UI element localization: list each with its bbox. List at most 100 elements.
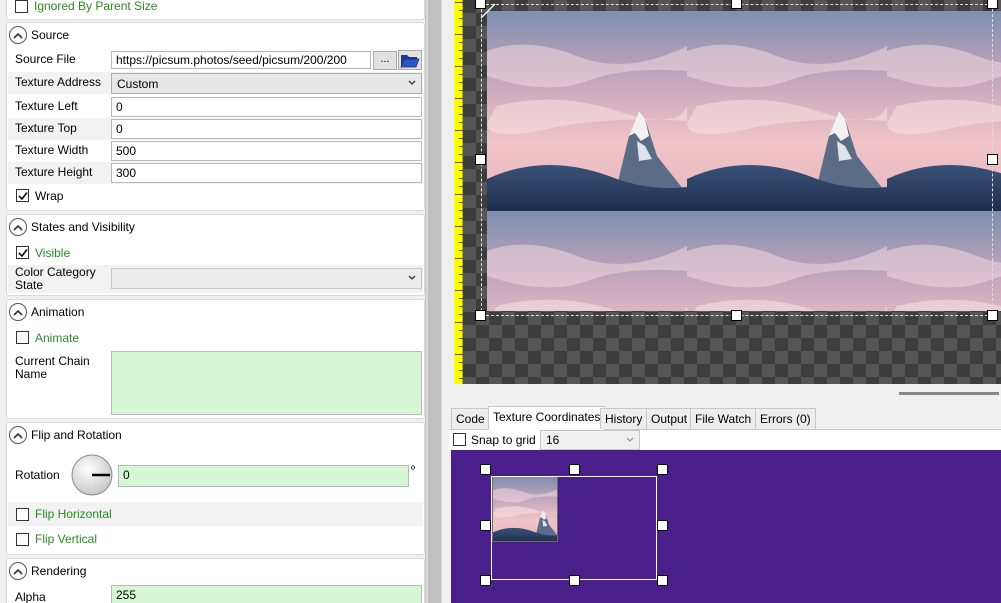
texture-address-select[interactable]: Custom [111, 73, 422, 94]
texture-address-row: Texture Address Custom [8, 72, 423, 94]
uv-handle-bottom-middle[interactable] [569, 575, 580, 586]
texture-coords-toolbar: Snap to grid 16 [449, 430, 1001, 450]
section-source-header[interactable]: Source [9, 25, 69, 45]
section-states: States and Visibility Visible Color Cate… [6, 214, 425, 296]
section-states-header[interactable]: States and Visibility [9, 217, 135, 237]
texture-height-label: Texture Height [15, 165, 93, 179]
uv-selection-rect[interactable] [491, 476, 657, 580]
uv-handle-bottom-right[interactable] [657, 575, 668, 586]
checkmark-icon [18, 191, 28, 201]
alpha-label: Alpha [15, 590, 46, 603]
section-rendering-header[interactable]: Rendering [9, 561, 86, 581]
texture-top-row: Texture Top 0 [8, 118, 423, 140]
preview-horizontal-scrollbar[interactable] [449, 384, 1001, 404]
tab-history[interactable]: History [600, 408, 648, 429]
color-category-label-line1: Color Category [15, 265, 96, 279]
collapse-up-icon[interactable] [9, 562, 27, 580]
resize-handle-middle-left[interactable] [475, 154, 486, 165]
preview-area [449, 0, 1001, 404]
grid-size-value: 16 [546, 433, 560, 447]
flip-vertical-row: Flip Vertical [8, 527, 423, 551]
color-category-label-line2: State [15, 278, 44, 292]
section-flip-title: Flip and Rotation [31, 428, 122, 442]
open-folder-button[interactable] [398, 50, 422, 70]
resize-handle-bottom-middle[interactable] [731, 310, 742, 321]
tab-file-watch[interactable]: File Watch [690, 408, 757, 429]
color-category-select[interactable] [111, 268, 422, 289]
alpha-field[interactable]: 255 [111, 585, 422, 603]
texture-address-label: Texture Address [15, 75, 102, 89]
flip-vertical-label: Flip Vertical [35, 532, 98, 546]
wrap-row: Wrap [8, 185, 423, 207]
uv-handle-top-left[interactable] [480, 464, 491, 475]
vertical-ruler[interactable] [454, 0, 463, 384]
resize-handle-top-middle[interactable] [731, 0, 742, 9]
resize-handle-top-left[interactable] [475, 0, 486, 9]
wrap-checkbox[interactable] [16, 189, 29, 202]
animate-row: Animate [8, 327, 423, 349]
section-animation-header[interactable]: Animation [9, 302, 84, 322]
current-chain-field[interactable] [111, 351, 422, 415]
uv-handle-bottom-left[interactable] [480, 575, 491, 586]
flip-vertical-checkbox[interactable] [16, 533, 29, 546]
current-chain-label: Current Chain Name [15, 355, 90, 381]
texture-left-row: Texture Left 0 [8, 96, 423, 118]
uv-handle-middle-left[interactable] [480, 520, 491, 531]
texture-width-row: Texture Width 500 [8, 140, 423, 162]
texture-top-label: Texture Top [15, 121, 77, 135]
current-chain-label-line2: Name [15, 367, 48, 381]
flip-horizontal-checkbox[interactable] [16, 508, 29, 521]
collapse-up-icon[interactable] [9, 426, 27, 444]
texture-height-row: Texture Height 300 [8, 162, 423, 184]
resize-handle-middle-right[interactable] [987, 154, 998, 165]
panel-splitter[interactable] [442, 0, 449, 603]
texture-width-label: Texture Width [15, 143, 89, 157]
rotation-dial-icon[interactable] [70, 453, 114, 497]
texture-address-value: Custom [117, 77, 159, 91]
browse-button[interactable]: ... [373, 51, 397, 70]
section-states-title: States and Visibility [31, 220, 135, 234]
collapse-up-icon[interactable] [9, 303, 27, 321]
texture-left-label: Texture Left [15, 99, 78, 113]
texture-width-field[interactable]: 500 [111, 141, 422, 161]
tab-texture-coordinates[interactable]: Texture Coordinates [488, 406, 606, 430]
current-chain-label-line1: Current Chain [15, 354, 90, 368]
color-category-label: Color Category State [15, 266, 96, 292]
bottom-tab-strip: Code Texture Coordinates History Output … [449, 404, 1001, 430]
texture-coordinates-view[interactable] [451, 450, 1001, 603]
tab-output[interactable]: Output [646, 408, 693, 429]
properties-scrollbar[interactable] [425, 0, 442, 603]
animate-checkbox[interactable] [16, 331, 29, 344]
uv-handle-middle-right[interactable] [657, 520, 668, 531]
source-file-field[interactable]: https://picsum.photos/seed/picsum/200/20… [111, 51, 371, 69]
uv-handle-top-middle[interactable] [569, 464, 580, 475]
rotation-label: Rotation [15, 468, 60, 482]
texture-top-field[interactable]: 0 [111, 119, 422, 139]
section-rendering: Rendering Alpha 255 [6, 558, 425, 603]
rotation-field[interactable]: 0 [118, 465, 409, 487]
source-file-label: Source File [15, 52, 76, 66]
tab-errors[interactable]: Errors (0) [755, 408, 816, 429]
resize-handle-top-right[interactable] [987, 0, 998, 9]
chevron-down-icon [408, 80, 416, 85]
wrap-label: Wrap [35, 189, 64, 203]
scrollbar-thumb[interactable] [899, 392, 999, 395]
visible-row: Visible [8, 242, 423, 264]
visible-checkbox[interactable] [16, 246, 29, 259]
collapse-up-icon[interactable] [9, 218, 27, 236]
resize-handle-bottom-right[interactable] [987, 310, 998, 321]
ignored-by-parent-checkbox[interactable] [15, 0, 28, 13]
section-flip-header[interactable]: Flip and Rotation [9, 425, 122, 445]
grid-size-select[interactable]: 16 [540, 430, 640, 450]
snap-to-grid-checkbox[interactable] [453, 433, 466, 446]
editor-canvas[interactable] [463, 0, 1001, 384]
texture-left-field[interactable]: 0 [111, 97, 422, 117]
tab-code[interactable]: Code [451, 408, 490, 429]
checkmark-icon [18, 248, 28, 258]
scrollbar-thumb[interactable] [428, 0, 441, 603]
collapse-up-icon[interactable] [9, 26, 27, 44]
resize-handle-bottom-left[interactable] [475, 310, 486, 321]
uv-handle-top-right[interactable] [657, 464, 668, 475]
visible-label: Visible [35, 246, 71, 260]
texture-height-field[interactable]: 300 [111, 163, 422, 183]
